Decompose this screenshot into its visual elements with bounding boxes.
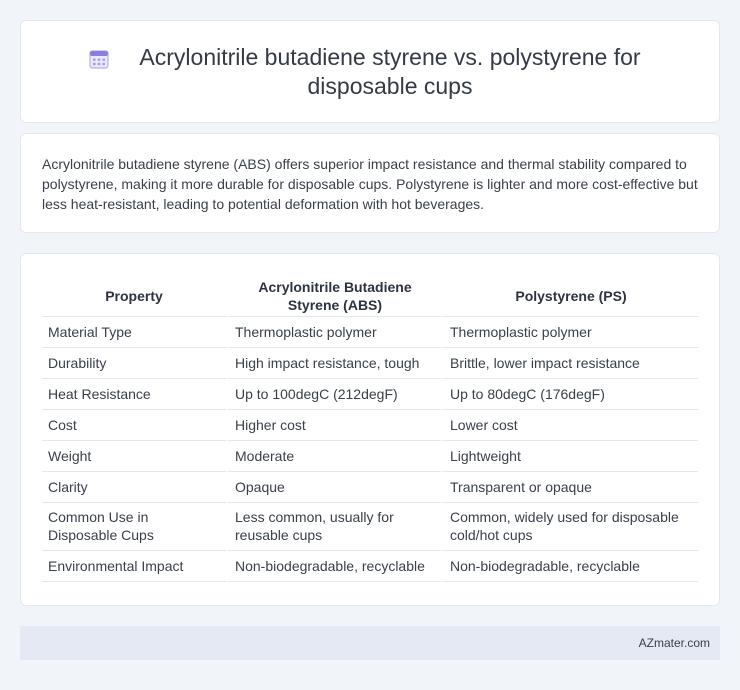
table-row: Cost Higher cost Lower cost <box>42 410 698 441</box>
table-header-row: Property Acrylonitrile Butadiene Styrene… <box>42 276 698 317</box>
title-card: Acrylonitrile butadiene styrene vs. poly… <box>20 20 720 123</box>
page-title: Acrylonitrile butadiene styrene vs. poly… <box>139 43 641 99</box>
property-cell: Durability <box>42 348 226 379</box>
abs-cell: Moderate <box>226 441 441 472</box>
property-cell: Weight <box>42 441 226 472</box>
table-row: Clarity Opaque Transparent or opaque <box>42 472 698 503</box>
abs-cell: Thermoplastic polymer <box>226 317 441 348</box>
table-row: Material Type Thermoplastic polymer Ther… <box>42 317 698 348</box>
ps-cell: Lightweight <box>441 441 698 472</box>
abs-cell: High impact resistance, tough <box>226 348 441 379</box>
table-row: Durability High impact resistance, tough… <box>42 348 698 379</box>
abs-cell: Opaque <box>226 472 441 503</box>
ps-cell: Up to 80degC (176degF) <box>441 379 698 410</box>
column-header-ps: Polystyrene (PS) <box>441 276 698 317</box>
ps-cell: Non-biodegradable, recyclable <box>441 551 698 582</box>
property-cell: Heat Resistance <box>42 379 226 410</box>
column-header-property: Property <box>42 276 226 317</box>
abs-cell: Up to 100degC (212degF) <box>226 379 441 410</box>
table-row: Common Use in Disposable Cups Less commo… <box>42 503 698 551</box>
property-cell: Environmental Impact <box>42 551 226 582</box>
property-cell: Clarity <box>42 472 226 503</box>
table-row: Environmental Impact Non-biodegradable, … <box>42 551 698 582</box>
abs-cell: Less common, usually for reusable cups <box>226 503 441 551</box>
property-cell: Cost <box>42 410 226 441</box>
summary-text: Acrylonitrile butadiene styrene (ABS) of… <box>42 156 698 212</box>
property-cell: Material Type <box>42 317 226 348</box>
ps-cell: Thermoplastic polymer <box>441 317 698 348</box>
table-row: Weight Moderate Lightweight <box>42 441 698 472</box>
comparison-card: Property Acrylonitrile Butadiene Styrene… <box>20 253 720 606</box>
property-cell: Common Use in Disposable Cups <box>42 503 226 551</box>
footer-brand: AZmater.com <box>638 636 710 650</box>
ps-cell: Common, widely used for disposable cold/… <box>441 503 698 551</box>
ps-cell: Brittle, lower impact resistance <box>441 348 698 379</box>
ps-cell: Transparent or opaque <box>441 472 698 503</box>
ps-cell: Lower cost <box>441 410 698 441</box>
footer-bar: AZmater.com <box>20 626 720 660</box>
column-header-abs: Acrylonitrile Butadiene Styrene (ABS) <box>226 276 441 317</box>
comparison-table: Property Acrylonitrile Butadiene Styrene… <box>42 276 698 582</box>
table-row: Heat Resistance Up to 100degC (212degF) … <box>42 379 698 410</box>
abs-cell: Higher cost <box>226 410 441 441</box>
abs-cell: Non-biodegradable, recyclable <box>226 551 441 582</box>
summary-card: Acrylonitrile butadiene styrene (ABS) of… <box>20 133 720 233</box>
